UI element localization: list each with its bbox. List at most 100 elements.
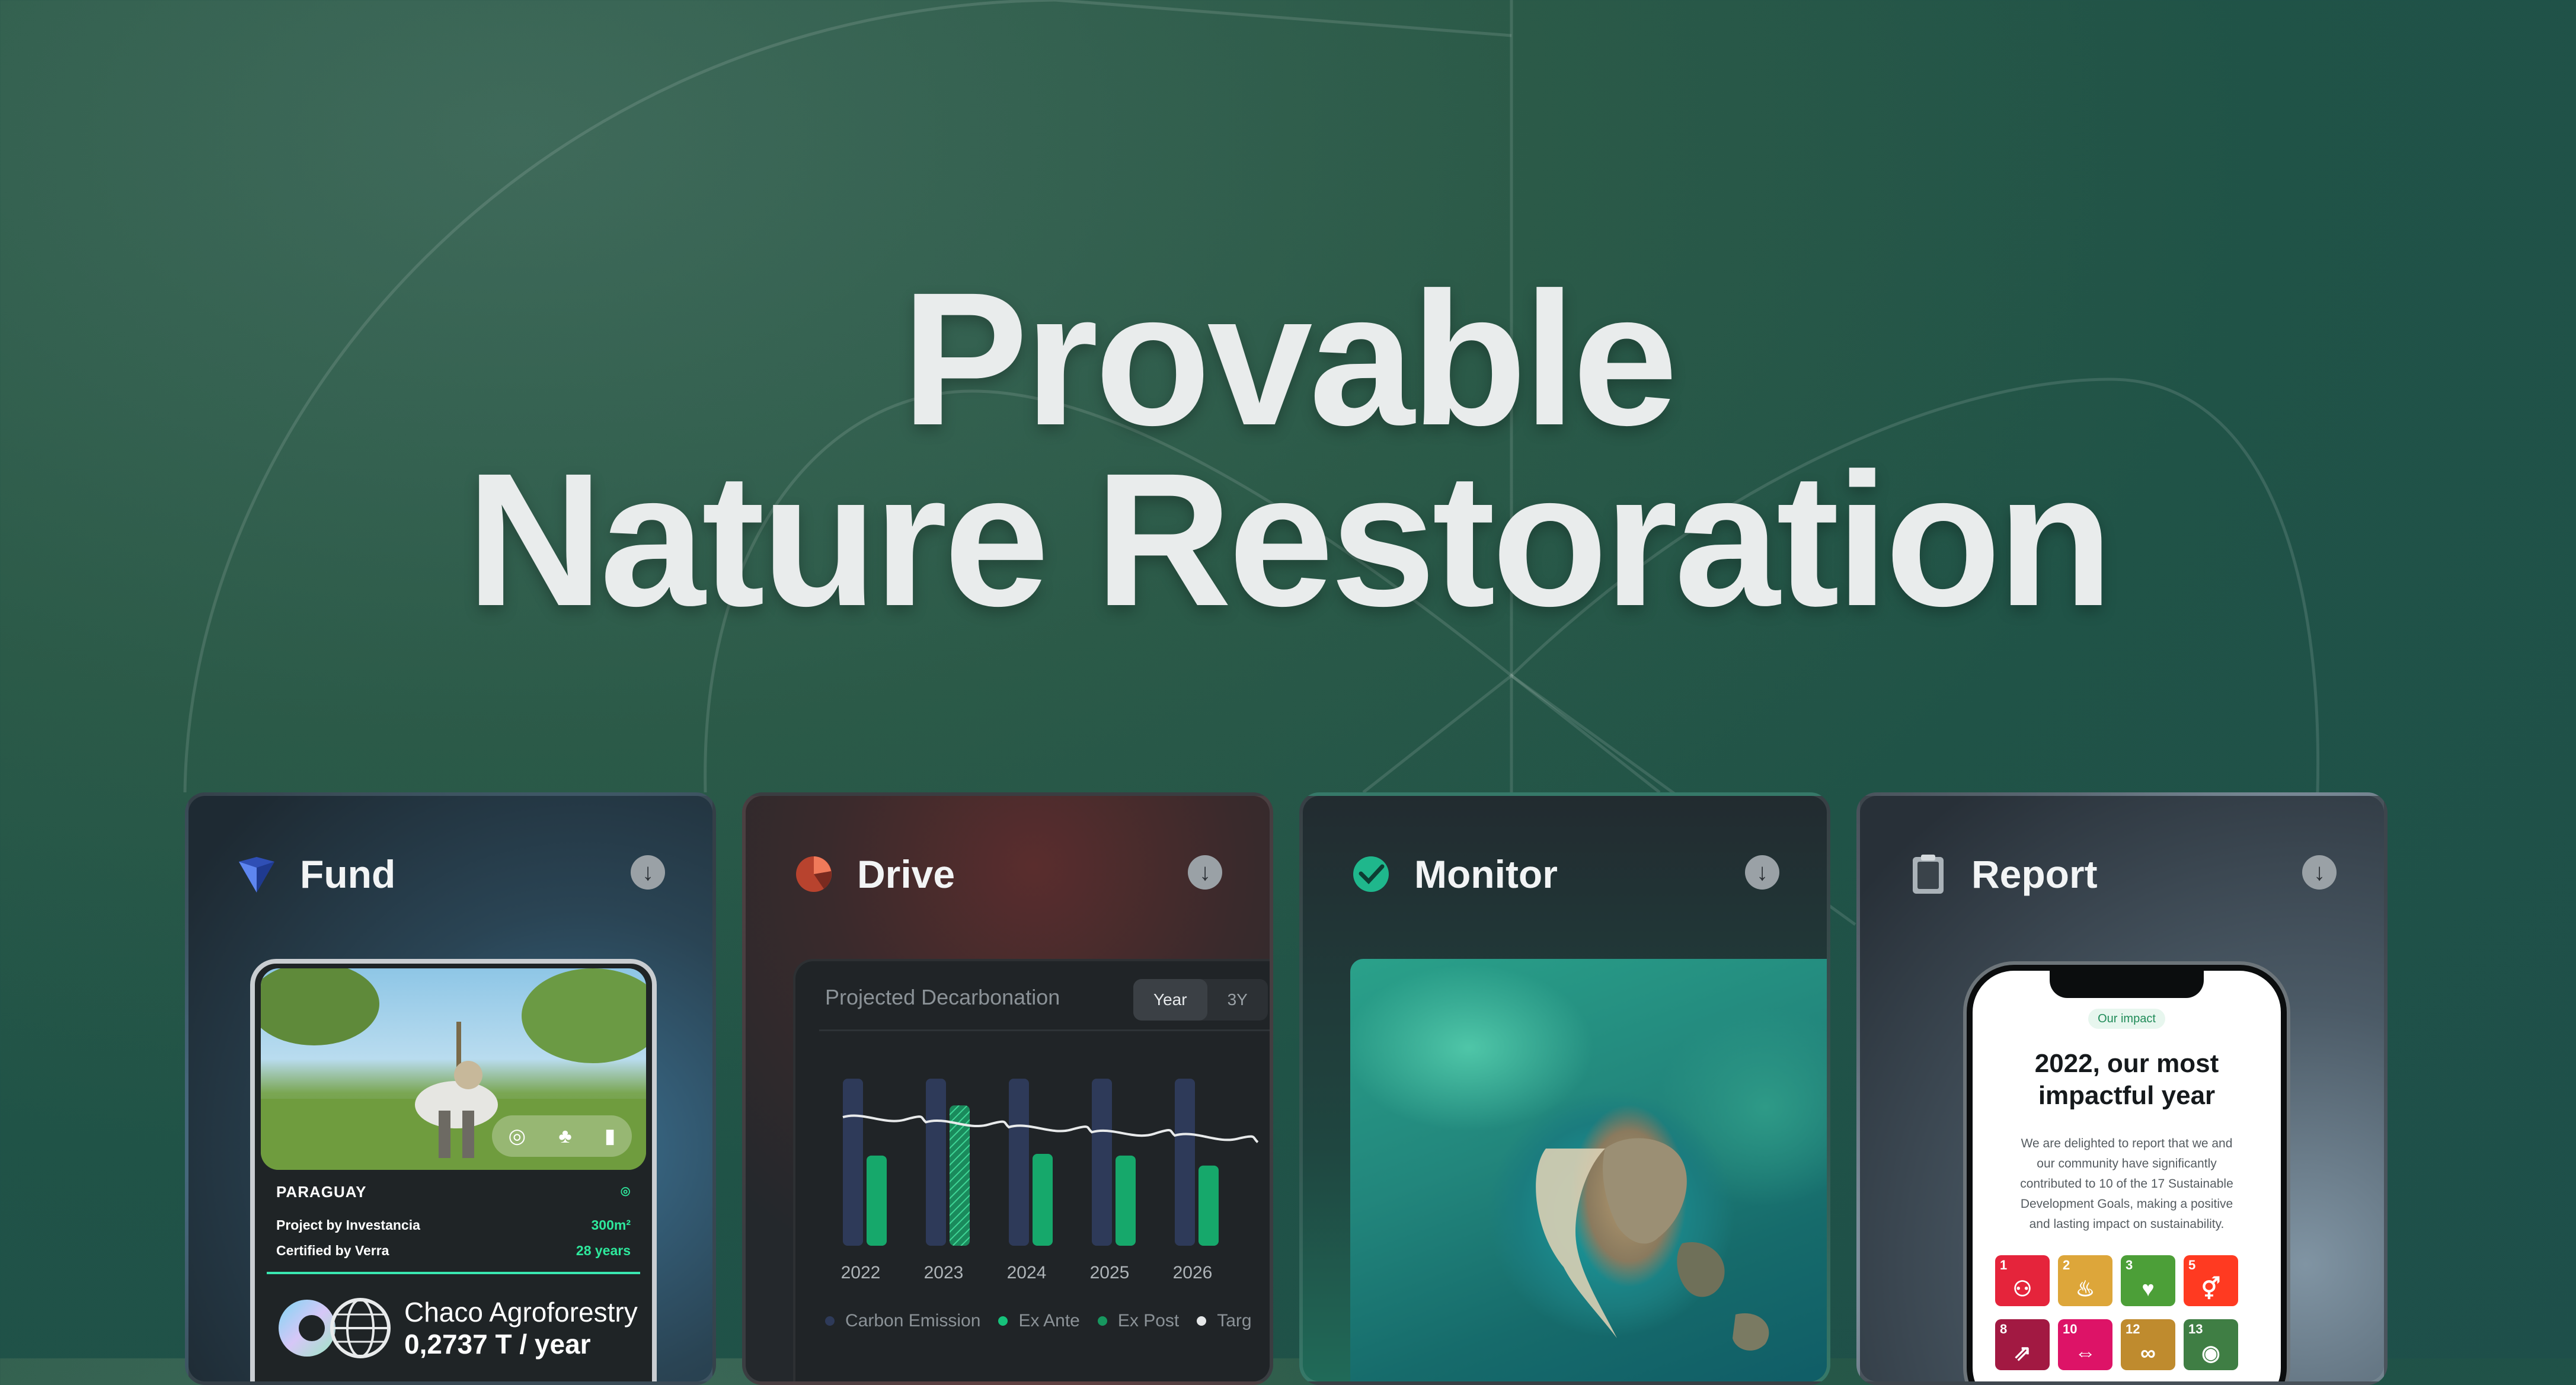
- report-body-line: and lasting impact on sustainability.: [2029, 1217, 2225, 1231]
- diamond-logo-icon: [236, 853, 277, 895]
- divider: [267, 1272, 640, 1274]
- bar-ex-ante: [1116, 1155, 1136, 1246]
- x-tick-label: 2025: [1090, 1263, 1130, 1282]
- sdg-grid: 1 ⚇ 2 ♨ 3 ♥ 5 ⚥ 8 ⇗ 10 ⇔ 12 ∞ 13 ◉: [1995, 1255, 2268, 1370]
- project-developer: Project by Investancia: [276, 1217, 420, 1233]
- legend-swatch: [1197, 1316, 1207, 1326]
- decarbonation-chart: 2022 2023 2024 2025 2026: [841, 1079, 1259, 1282]
- chart-title: Projected Decarbonation: [825, 985, 1060, 1009]
- sdg-tile-3: 3 ♥: [2121, 1255, 2175, 1306]
- pie-chart-icon: [793, 853, 835, 895]
- report-body-line: We are delighted to report that we and: [2021, 1137, 2233, 1150]
- legend-ex-ante: Ex Ante: [1018, 1311, 1080, 1330]
- report-badge: Our impact: [2088, 1009, 2165, 1029]
- project-country: PARAGUAY: [276, 1183, 367, 1201]
- sdg-icon: ⚥: [2201, 1277, 2221, 1301]
- project-area: 300m²: [591, 1217, 631, 1233]
- project-card[interactable]: ◎ ♣ ▮ PARAGUAY ⌾ Project by Investancia …: [250, 959, 657, 1381]
- project-logo: [279, 1298, 391, 1358]
- x-tick-label: 2026: [1173, 1263, 1213, 1282]
- tab-year[interactable]: Year: [1133, 979, 1207, 1021]
- sdg-number: 8: [2000, 1322, 2008, 1336]
- sdg-icon: ◉: [2201, 1341, 2220, 1365]
- sdg-tile-8: 8 ⇗: [1995, 1319, 2050, 1370]
- sdg-tile-12: 12 ∞: [2121, 1319, 2175, 1370]
- sdg-number: 12: [2126, 1322, 2140, 1336]
- sdg-number: 1: [2000, 1258, 2008, 1272]
- report-description: We are delighted to report that we and o…: [1996, 1134, 2257, 1234]
- location-pin-icon: ⌾: [621, 1183, 631, 1201]
- phone-notch: [2050, 971, 2204, 998]
- project-name: Chaco Agroforestry: [404, 1297, 638, 1328]
- monitor-card[interactable]: Monitor ↓: [1299, 792, 1830, 1385]
- sdg-icon: ♥: [2142, 1277, 2155, 1301]
- drive-download-button[interactable]: ↓: [1188, 855, 1222, 890]
- fund-download-button[interactable]: ↓: [631, 855, 665, 890]
- project-duration: 28 years: [576, 1243, 631, 1258]
- project-rate: 0,2737 T / year: [404, 1329, 591, 1360]
- bar-ex-ante: [1033, 1154, 1053, 1246]
- fund-card[interactable]: Fund ↓ ◎ ♣ ▮ PARAGUAY ⌾ Project by Inves…: [185, 792, 716, 1385]
- report-heading-line-2: impactful year: [2038, 1081, 2216, 1110]
- x-tick-label: 2024: [1007, 1263, 1047, 1282]
- hero-title-line-1: Provable: [902, 252, 1678, 465]
- sdg-icon: ⚇: [2012, 1277, 2032, 1301]
- hero-title-line-2: Nature Restoration: [466, 433, 2113, 645]
- sdg-icon: ♨: [2075, 1277, 2095, 1301]
- report-card-title: Report: [1971, 852, 2098, 896]
- sdg-number: 2: [2063, 1258, 2070, 1272]
- divider: [819, 1029, 1270, 1031]
- phone-mockup: Our impact 2022, our most impactful year…: [1967, 965, 2287, 1381]
- x-tick-label: 2022: [841, 1263, 881, 1282]
- bar-carbon-emission: [843, 1079, 863, 1246]
- project-photo-badges: ◎ ♣ ▮: [492, 1115, 632, 1157]
- legend-carbon-emission: Carbon Emission: [845, 1311, 981, 1330]
- sdg-icon: ⇗: [2013, 1341, 2032, 1365]
- legend-swatch: [825, 1316, 835, 1326]
- sdg-tile-1: 1 ⚇: [1995, 1255, 2050, 1306]
- monitor-download-button[interactable]: ↓: [1745, 855, 1779, 890]
- sdg-number: 5: [2188, 1258, 2196, 1272]
- report-body-line: contributed to 10 of the 17 Sustainable: [2020, 1177, 2233, 1191]
- sdg-number: 10: [2063, 1322, 2078, 1336]
- satellite-image: [1350, 959, 1827, 1381]
- bar-carbon-emission: [1092, 1079, 1112, 1246]
- bar-ex-ante: [867, 1155, 887, 1246]
- report-body-line: our community have significantly: [2037, 1157, 2217, 1170]
- fund-card-title: Fund: [300, 852, 396, 896]
- sdg-number: 3: [2126, 1258, 2133, 1272]
- bar-ex-ante: [1198, 1165, 1219, 1246]
- signal-icon: ▮: [604, 1125, 616, 1147]
- tab-3y[interactable]: 3Y: [1207, 979, 1268, 1021]
- drive-card[interactable]: Drive ↓ Projected Decarbonation Year 3Y …: [742, 792, 1273, 1385]
- bar-carbon-emission: [1009, 1079, 1029, 1246]
- bar-carbon-emission: [1175, 1079, 1195, 1246]
- project-certifier: Certified by Verra: [276, 1243, 389, 1258]
- report-download-button[interactable]: ↓: [2302, 855, 2337, 890]
- monitor-card-title: Monitor: [1414, 852, 1558, 896]
- sdg-icon: ∞: [2140, 1341, 2156, 1365]
- report-card[interactable]: Report ↓ Our impact 2022, our most impac…: [1856, 792, 2388, 1385]
- bar-ex-post: [950, 1105, 970, 1246]
- sdg-tile-13: 13 ◉: [2184, 1319, 2238, 1370]
- arrow-down-icon: ↓: [642, 859, 654, 885]
- legend-swatch: [998, 1316, 1008, 1326]
- x-tick-label: 2023: [924, 1263, 964, 1282]
- sdg-tile-5: 5 ⚥: [2184, 1255, 2238, 1306]
- target-line: [842, 1114, 1259, 1143]
- arrow-down-icon: ↓: [1199, 859, 1211, 885]
- project-photo: ◎ ♣ ▮: [261, 968, 646, 1170]
- sdg-number: 13: [2188, 1322, 2203, 1336]
- tree-icon: ♣: [558, 1124, 572, 1147]
- bar-carbon-emission: [926, 1079, 946, 1246]
- arrow-down-icon: ↓: [1756, 859, 1768, 885]
- island-illustration: [1536, 1138, 1769, 1351]
- check-circle-icon: [1350, 853, 1392, 895]
- report-body-line: Development Goals, making a positive: [2020, 1197, 2233, 1211]
- sdg-tile-2: 2 ♨: [2058, 1255, 2112, 1306]
- globe-icon: ◎: [508, 1125, 526, 1147]
- report-heading-line-1: 2022, our most: [2034, 1049, 2219, 1078]
- chart-legend: Carbon Emission Ex Ante Ex Post Targ: [825, 1311, 1270, 1331]
- legend-ex-post: Ex Post: [1117, 1311, 1180, 1330]
- decarbonation-panel: Projected Decarbonation Year 3Y 2022 2023…: [793, 959, 1270, 1381]
